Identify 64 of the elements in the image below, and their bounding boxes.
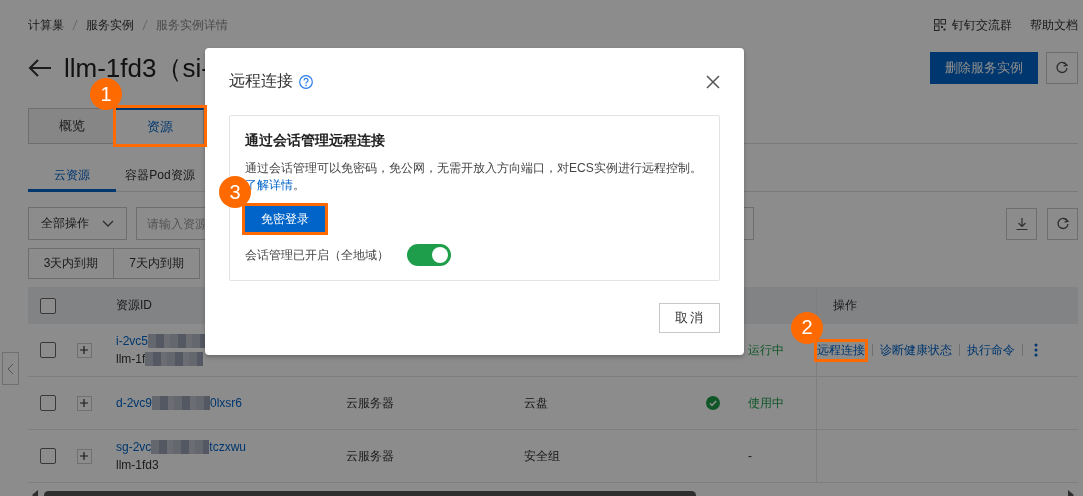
- cancel-button[interactable]: 取消: [659, 303, 720, 333]
- resource-id-link[interactable]: tczxwu: [209, 438, 247, 456]
- section-heading: 通过会话管理远程连接: [245, 132, 386, 150]
- highlight-frame: [814, 338, 868, 362]
- download-button[interactable]: [1006, 207, 1037, 240]
- resource-name: llm-1f: [116, 351, 146, 368]
- more-icon[interactable]: [1034, 343, 1038, 357]
- plus-icon: [80, 346, 88, 354]
- download-icon: [1014, 216, 1029, 231]
- filter-button[interactable]: 3天内到期: [28, 248, 114, 279]
- expand-button[interactable]: [76, 448, 92, 464]
- tab[interactable]: 概览: [28, 108, 116, 144]
- checkbox[interactable]: [40, 342, 56, 358]
- table-cell: 云服务器: [346, 394, 394, 412]
- back-arrow-icon[interactable]: [28, 58, 52, 78]
- help-icon[interactable]: [299, 74, 313, 89]
- tab[interactable]: 云资源: [28, 162, 116, 192]
- table-cell: 云服务器: [346, 447, 394, 465]
- refresh-button[interactable]: [1047, 207, 1078, 240]
- table-cell: 云盘: [524, 394, 548, 412]
- breadcrumb-link[interactable]: 计算巢: [28, 16, 64, 34]
- resource-id-link[interactable]: sg-2vc: [116, 438, 152, 456]
- checkbox[interactable]: [40, 448, 56, 464]
- checkbox[interactable]: [40, 297, 56, 314]
- plus-icon: [80, 399, 88, 407]
- checkbox[interactable]: [40, 395, 56, 411]
- resource-id-link[interactable]: 0lxsr6: [210, 394, 243, 412]
- refresh-button[interactable]: [1046, 52, 1078, 84]
- filter-button[interactable]: 7天内到期: [114, 248, 200, 279]
- chevron-left-icon: [7, 362, 14, 375]
- caret-icon: [102, 219, 114, 228]
- refresh-icon: [1055, 216, 1070, 231]
- breadcrumb-link[interactable]: 服务实例: [86, 16, 134, 34]
- login-button[interactable]: 免密登录: [245, 206, 325, 232]
- status-text: 使用中: [748, 394, 784, 412]
- column-header: 操作: [833, 297, 857, 314]
- tab[interactable]: 容器Pod资源: [116, 162, 204, 192]
- breadcrumb-link[interactable]: 服务实例详情: [156, 16, 228, 34]
- expand-button[interactable]: [76, 342, 92, 358]
- dialog-title: 远程连接: [229, 71, 293, 91]
- resource-name: llm-1fd3: [116, 457, 159, 474]
- tab[interactable]: 资源: [116, 108, 204, 144]
- action-link[interactable]: 执行命令: [967, 341, 1015, 359]
- refresh-icon: [1055, 61, 1069, 75]
- action-link[interactable]: 远程连接: [817, 341, 865, 359]
- step-badge: 1: [90, 78, 122, 110]
- close-icon[interactable]: [706, 74, 720, 89]
- switch-label: 会话管理已开启（全地域）: [245, 246, 389, 264]
- resource-id-link[interactable]: i-2vc5: [116, 332, 148, 350]
- header-link[interactable]: 帮助文档: [1030, 16, 1078, 34]
- plus-icon: [80, 452, 88, 460]
- header-link[interactable]: 钉钉交流群: [952, 16, 1012, 34]
- action-link[interactable]: 诊断健康状态: [880, 341, 952, 359]
- status-text: -: [748, 449, 752, 463]
- status-text: 运行中: [748, 341, 784, 359]
- resource-id-link[interactable]: d-2vc9: [116, 394, 153, 412]
- bulk-action-dropdown[interactable]: 全部操作: [28, 207, 127, 240]
- expand-button[interactable]: [76, 395, 92, 411]
- qr-code-icon: [934, 19, 946, 31]
- collapse-handle[interactable]: [2, 352, 19, 385]
- toggle-switch[interactable]: [407, 244, 451, 266]
- delete-button[interactable]: 删除服务实例: [930, 52, 1038, 84]
- table-cell: 安全组: [524, 447, 560, 465]
- column-header: 资源ID: [116, 297, 152, 314]
